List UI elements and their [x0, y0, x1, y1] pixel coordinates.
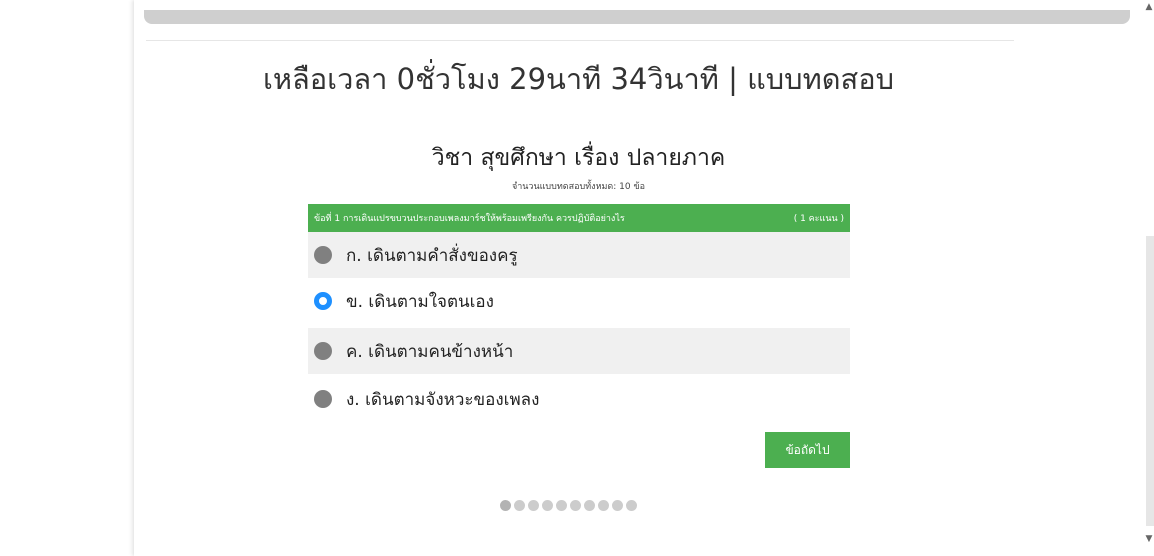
pagination-dot[interactable]	[556, 500, 567, 511]
choice-option[interactable]: ข. เดินตามใจตนเอง	[308, 278, 850, 324]
pagination-dot[interactable]	[514, 500, 525, 511]
radio-selected-icon[interactable]	[314, 292, 332, 310]
pagination-dot[interactable]	[584, 500, 595, 511]
choice-option[interactable]: ก. เดินตามคำสั่งของครู	[308, 232, 850, 278]
scroll-down-arrow-icon[interactable]: ▼	[1144, 534, 1154, 544]
page-scrollbar[interactable]	[1146, 236, 1154, 526]
header-divider	[146, 40, 1014, 41]
question-points: ( 1 คะแนน )	[793, 214, 844, 224]
question-text: ข้อที่ 1 การเดินแปรขบวนประกอบเพลงมาร์ชให…	[314, 214, 625, 224]
pagination-dot[interactable]	[570, 500, 581, 511]
choice-label: ง. เดินตามจังหวะของเพลง	[346, 389, 540, 410]
exam-subject-title: วิชา สุขศึกษา เรื่อง ปลายภาค	[431, 145, 726, 171]
pagination-dot[interactable]	[528, 500, 539, 511]
top-bar	[144, 10, 1130, 24]
radio-unselected-icon[interactable]	[314, 246, 332, 264]
countdown-timer: เหลือเวลา 0ชั่วโมง 29นาที 34วินาที | แบบ…	[262, 62, 895, 96]
question-count: จำนวนแบบทดสอบทั้งหมด: 10 ข้อ	[511, 182, 646, 192]
question-pagination	[500, 500, 637, 512]
right-page-gutter	[1023, 0, 1154, 556]
left-page-gutter	[0, 0, 134, 556]
choice-option[interactable]: ค. เดินตามคนข้างหน้า	[308, 328, 850, 374]
pagination-dot[interactable]	[626, 500, 637, 511]
question-header: ข้อที่ 1 การเดินแปรขบวนประกอบเพลงมาร์ชให…	[308, 204, 850, 232]
pagination-dot[interactable]	[542, 500, 553, 511]
radio-unselected-icon[interactable]	[314, 390, 332, 408]
scroll-up-arrow-icon[interactable]: ▲	[1144, 2, 1154, 12]
pagination-dot[interactable]	[612, 500, 623, 511]
choice-label: ค. เดินตามคนข้างหน้า	[346, 341, 514, 362]
choice-label: ข. เดินตามใจตนเอง	[346, 291, 494, 312]
pagination-dot[interactable]	[500, 500, 511, 511]
next-question-button[interactable]: ข้อถัดไป	[765, 432, 850, 468]
choice-label: ก. เดินตามคำสั่งของครู	[346, 245, 518, 266]
choice-option[interactable]: ง. เดินตามจังหวะของเพลง	[308, 376, 850, 422]
pagination-dot[interactable]	[598, 500, 609, 511]
radio-unselected-icon[interactable]	[314, 342, 332, 360]
